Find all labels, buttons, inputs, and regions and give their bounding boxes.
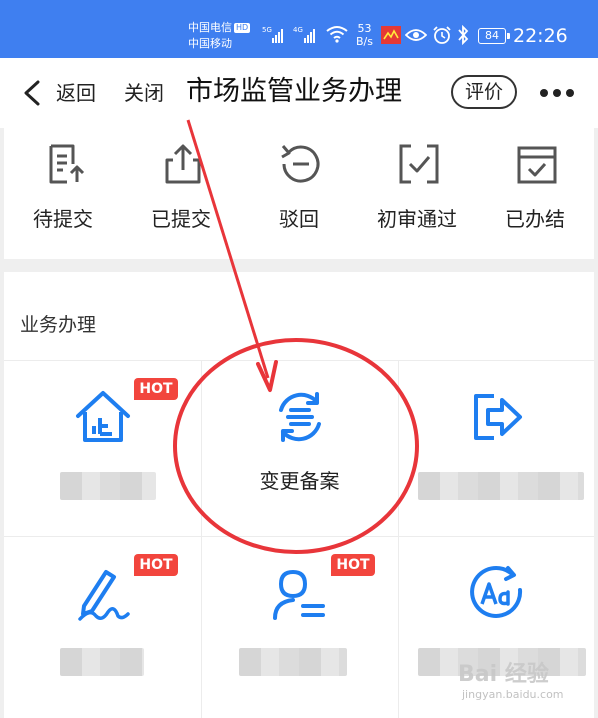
text-refresh-icon: [470, 565, 523, 618]
carrier-2: 中国移动: [188, 37, 232, 50]
tab-first-review-passed[interactable]: 初审通过: [358, 128, 476, 259]
wifi-icon: [326, 26, 348, 43]
tab-pending-submit[interactable]: 待提交: [4, 128, 122, 259]
status-tabs: 待提交 已提交 驳回 初审通过 已办结: [4, 128, 594, 259]
tab-submitted[interactable]: 已提交: [122, 128, 240, 259]
business-item-label: 变更备案: [259, 469, 340, 493]
business-item-change-record[interactable]: 变更备案: [201, 360, 398, 536]
hot-badge: HOT: [134, 378, 178, 400]
exit-arrow-icon: [474, 394, 522, 440]
house-up-icon: [76, 391, 130, 442]
signal-icon-2: [304, 24, 316, 43]
calendar-check-icon: [517, 146, 557, 184]
status-time: 22:26: [513, 25, 568, 47]
business-item-4[interactable]: HOT: [4, 536, 201, 712]
network-type-2: 4G: [293, 26, 303, 34]
back-chevron-icon[interactable]: [22, 80, 42, 106]
hd-badge: HD: [234, 23, 251, 33]
status-bar: 中国电信 HD 中国移动 5G 4G 53 B/s 84 22:26: [0, 0, 598, 58]
battery-icon: 84: [478, 28, 510, 44]
eye-icon: [405, 29, 427, 41]
baidu-watermark: Bai 经验 jingyan.baidu.com: [458, 652, 588, 712]
blurred-label: [60, 648, 144, 676]
watermark-sub: jingyan.baidu.com: [462, 688, 564, 701]
blurred-label: [239, 648, 347, 676]
network-type-1: 5G: [262, 26, 272, 34]
change-record-icon: [279, 392, 321, 442]
blurred-label: [418, 472, 584, 500]
hot-badge: HOT: [134, 554, 178, 576]
business-item-1[interactable]: HOT: [4, 360, 201, 536]
bluetooth-icon: [458, 25, 469, 45]
network-speed: 53 B/s: [356, 22, 373, 48]
section-title: 业务办理: [20, 314, 97, 336]
carrier-info: 中国电信 HD 中国移动: [188, 20, 251, 52]
page-title: 市场监管业务办理: [186, 76, 402, 107]
nav-bar: 返回 关闭 市场监管业务办理 评价: [0, 58, 598, 128]
document-upload-icon: [49, 144, 85, 184]
hot-badge: HOT: [331, 554, 375, 576]
close-button[interactable]: 关闭: [124, 80, 164, 106]
carrier-1: 中国电信: [188, 21, 232, 34]
more-icon[interactable]: [539, 88, 575, 98]
rate-button[interactable]: 评价: [451, 75, 517, 109]
share-upload-icon: [165, 144, 201, 184]
alarm-icon: [433, 26, 451, 44]
pen-signature-icon: [78, 570, 130, 621]
blurred-label: [60, 472, 156, 500]
tab-completed[interactable]: 已办结: [476, 128, 594, 259]
business-item-5[interactable]: HOT: [201, 536, 398, 712]
check-box-icon: [399, 144, 439, 184]
signal-icon: [272, 24, 284, 43]
watermark-text: Bai 经验: [458, 662, 549, 687]
undo-circle-icon: [281, 145, 320, 183]
back-button[interactable]: 返回: [56, 80, 96, 106]
tab-rejected[interactable]: 驳回: [240, 128, 358, 259]
person-list-icon: [273, 569, 325, 620]
business-item-3[interactable]: [398, 360, 595, 536]
app-notification-icon: [381, 26, 401, 44]
